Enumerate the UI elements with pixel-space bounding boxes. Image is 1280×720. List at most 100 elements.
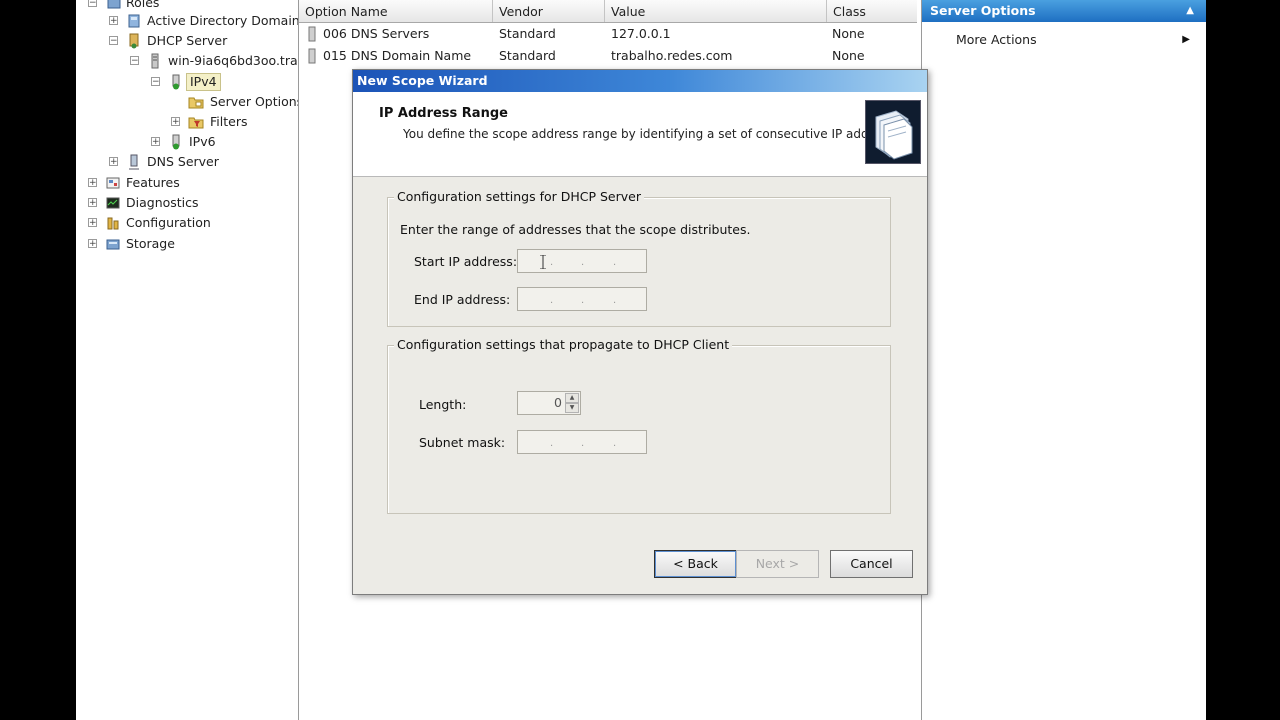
column-header-value[interactable]: Value: [605, 0, 827, 22]
more-actions-label: More Actions: [956, 32, 1037, 47]
wizard-header: IP Address Range You define the scope ad…: [353, 92, 927, 177]
table-row[interactable]: 015 DNS Domain Name Standard trabalho.re…: [299, 45, 917, 67]
active-directory-icon: [128, 14, 140, 28]
actions-pane: Server Options ▲ More Actions ▶: [922, 0, 1206, 720]
cell-value: trabalho.redes.com: [611, 48, 733, 63]
length-label: Length:: [419, 397, 467, 412]
spin-down-icon[interactable]: ▼: [565, 403, 579, 413]
expand-icon[interactable]: +: [88, 239, 97, 249]
page-subtitle: You define the scope address range by id…: [403, 127, 911, 141]
diagnostics-icon: [106, 197, 120, 209]
list-header: Option Name Vendor Value Class: [299, 0, 917, 23]
expand-icon[interactable]: +: [88, 178, 97, 188]
column-header-class[interactable]: Class: [827, 0, 917, 22]
tree-item-label: Server Options: [210, 94, 299, 109]
actions-header[interactable]: Server Options ▲: [922, 0, 1206, 22]
group-legend: Configuration settings that propagate to…: [394, 337, 733, 352]
wizard-folders-icon: [865, 100, 921, 164]
tree-item-diagnostics[interactable]: + Diagnostics: [76, 193, 298, 213]
folder-options-icon: [188, 97, 204, 109]
length-value: 0: [554, 395, 562, 410]
cancel-button[interactable]: Cancel: [830, 550, 913, 578]
tree-item-server-node[interactable]: − win-9ia6q6bd3oo.traba: [76, 51, 298, 71]
storage-icon: [106, 239, 120, 250]
tree-item-label: IPv4: [186, 73, 221, 91]
subnet-mask-input[interactable]: ...: [517, 430, 647, 454]
start-ip-label: Start IP address:: [414, 254, 518, 269]
cell-vendor: Standard: [499, 48, 556, 63]
configuration-icon: [107, 217, 119, 230]
tree-item-label: Features: [126, 175, 180, 190]
text-cursor-icon: [540, 255, 546, 269]
option-icon: [308, 48, 316, 64]
screen-border: [1206, 0, 1280, 720]
more-actions-item[interactable]: More Actions ▶: [922, 30, 1198, 50]
expand-icon[interactable]: +: [151, 137, 160, 147]
cell-vendor: Standard: [499, 26, 556, 41]
group-legend: Configuration settings for DHCP Server: [394, 189, 644, 204]
cell-option-name: 015 DNS Domain Name: [323, 48, 472, 63]
back-button[interactable]: < Back: [654, 550, 737, 578]
tree-item-dhcp-server[interactable]: − DHCP Server: [76, 31, 298, 51]
tree-item-label: Configuration: [126, 215, 211, 230]
cell-value: 127.0.0.1: [611, 26, 671, 41]
tree-item-label: DHCP Server: [147, 33, 228, 48]
end-ip-input[interactable]: ...: [517, 287, 647, 311]
roles-icon: [107, 0, 121, 9]
tree-item-configuration[interactable]: + Configuration: [76, 213, 298, 233]
column-header-option-name[interactable]: Option Name: [299, 0, 493, 22]
end-ip-label: End IP address:: [414, 292, 511, 307]
collapse-icon[interactable]: −: [109, 36, 118, 46]
option-icon: [308, 26, 316, 42]
dhcp-server-settings-group: Configuration settings for DHCP Server E…: [387, 189, 891, 327]
collapse-icon[interactable]: −: [151, 77, 160, 87]
cell-option-name: 006 DNS Servers: [323, 26, 430, 41]
collapse-icon[interactable]: −: [130, 56, 139, 66]
tree-item-dns-server[interactable]: + DNS Server: [76, 152, 298, 172]
table-row[interactable]: 006 DNS Servers Standard 127.0.0.1 None: [299, 23, 917, 45]
expand-icon[interactable]: +: [171, 117, 180, 127]
expand-icon[interactable]: +: [109, 157, 118, 167]
collapse-arrow-icon[interactable]: ▲: [1186, 0, 1194, 22]
tree-item-label: win-9ia6q6bd3oo.traba: [168, 53, 299, 68]
start-ip-input[interactable]: ...: [517, 249, 647, 273]
console-tree: − Roles + Active Directory Domain Se − D…: [76, 0, 299, 720]
tree-item-features[interactable]: + Features: [76, 173, 298, 193]
features-icon: [106, 177, 120, 189]
tree-item-ipv6[interactable]: + IPv6: [76, 132, 298, 152]
submenu-arrow-icon: ▶: [1182, 34, 1190, 45]
tree-item-label: Storage: [126, 236, 175, 251]
actions-header-title: Server Options: [930, 3, 1036, 18]
filter-icon: [188, 117, 204, 129]
tree-item-label: Filters: [210, 114, 248, 129]
ipv6-icon: [172, 134, 180, 150]
tree-item-filters[interactable]: + Filters: [76, 112, 298, 132]
tree-item-storage[interactable]: + Storage: [76, 234, 298, 254]
dns-server-icon: [129, 154, 139, 170]
tree-item-label: DNS Server: [147, 154, 219, 169]
expand-icon[interactable]: +: [88, 218, 97, 228]
tree-item-ipv4[interactable]: − IPv4: [76, 72, 298, 92]
tree-item-active-directory[interactable]: + Active Directory Domain Se: [76, 11, 298, 31]
dhcp-server-icon: [129, 33, 139, 49]
page-title: IP Address Range: [379, 106, 508, 121]
length-spinner[interactable]: 0 ▲ ▼: [517, 391, 581, 415]
column-header-vendor[interactable]: Vendor: [493, 0, 605, 22]
tree-item-label: Diagnostics: [126, 195, 199, 210]
tree-item-server-options[interactable]: Server Options: [76, 92, 298, 112]
dhcp-client-settings-group: Configuration settings that propagate to…: [387, 337, 891, 514]
cell-class: None: [832, 26, 865, 41]
server-icon: [151, 53, 159, 69]
new-scope-wizard-dialog: New Scope Wizard IP Address Range You de…: [352, 69, 928, 595]
spin-up-icon[interactable]: ▲: [565, 393, 579, 403]
expand-icon[interactable]: +: [88, 198, 97, 208]
next-button[interactable]: Next >: [736, 550, 819, 578]
expand-icon[interactable]: +: [109, 16, 118, 26]
range-instruction: Enter the range of addresses that the sc…: [400, 222, 751, 237]
tree-item-label: IPv6: [189, 134, 216, 149]
tree-item-label: Active Directory Domain Se: [147, 13, 299, 28]
cell-class: None: [832, 48, 865, 63]
subnet-mask-label: Subnet mask:: [419, 435, 506, 450]
dialog-title-bar[interactable]: New Scope Wizard: [353, 70, 927, 92]
collapse-icon[interactable]: −: [88, 0, 97, 8]
